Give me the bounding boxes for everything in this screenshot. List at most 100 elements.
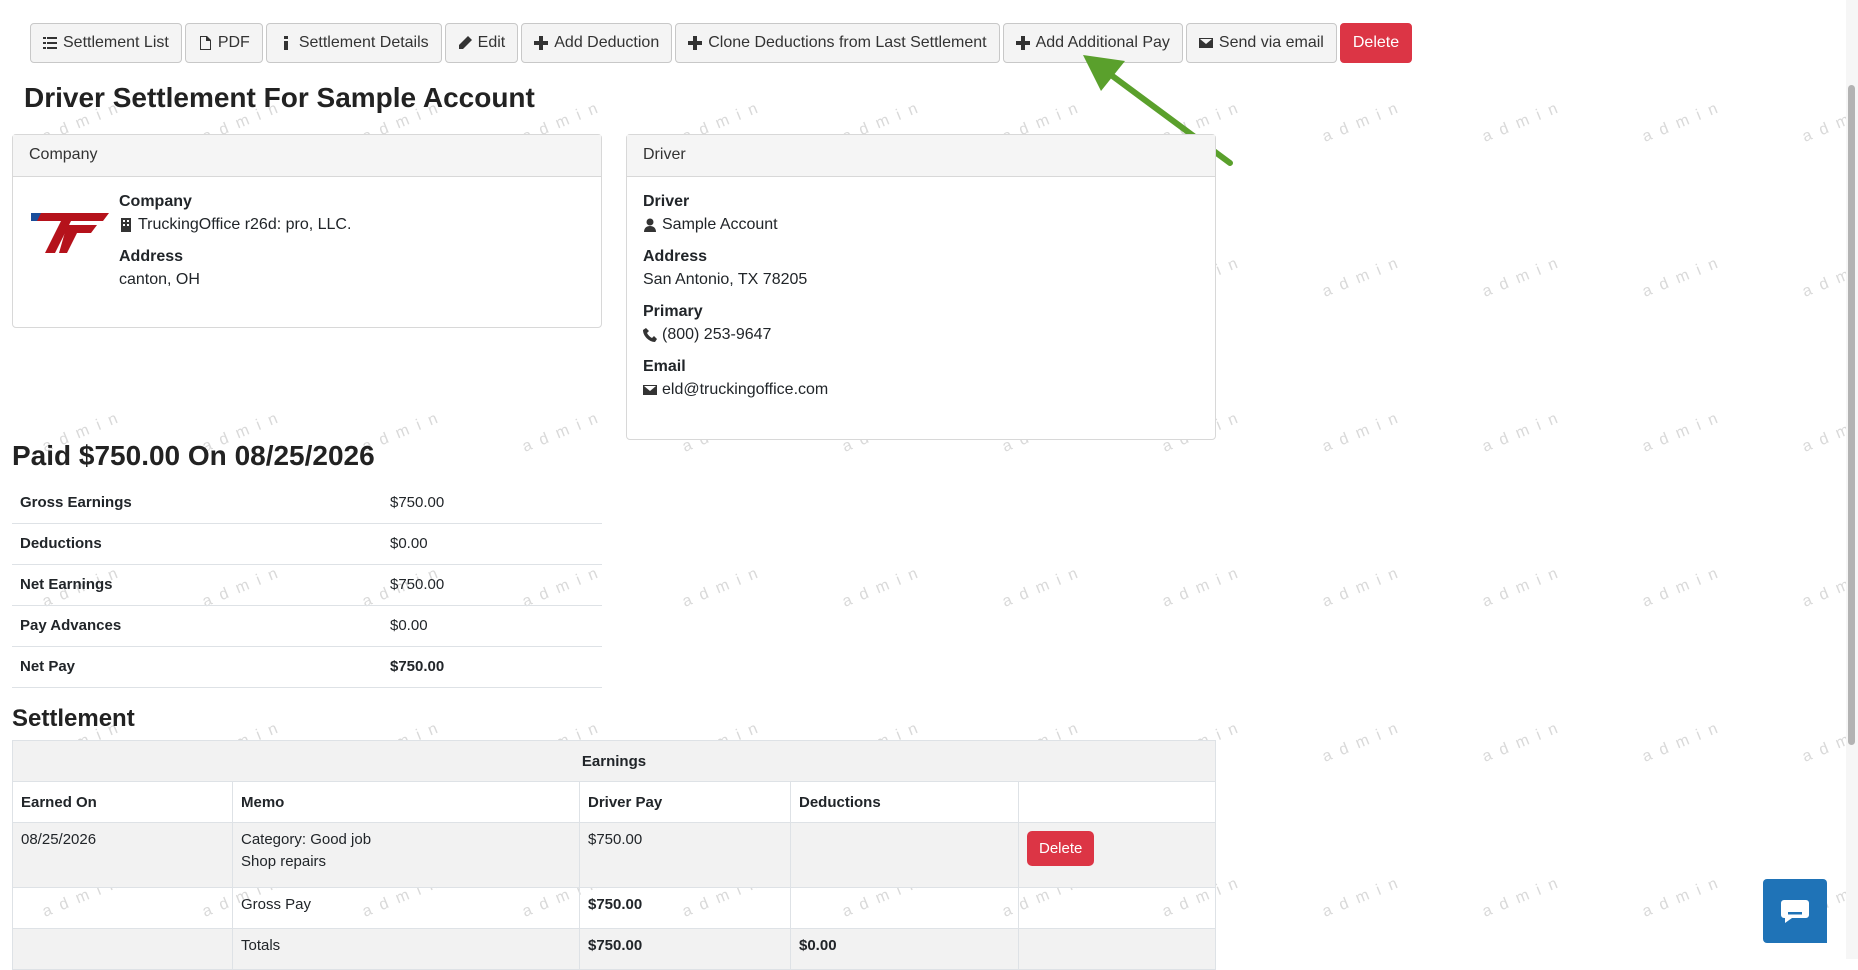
summary-value: $0.00 [382, 605, 602, 647]
company-card: Company Company TruckingOffice r26d: pro… [12, 134, 602, 328]
watermark-text: admin [1640, 96, 1729, 146]
send-via-email-label: Send via email [1218, 34, 1324, 51]
driver-pay-cell: $750.00 [579, 822, 791, 888]
totals-deductions: $0.00 [790, 928, 1019, 970]
column-header: Memo [232, 781, 580, 823]
watermark-text: admin [1640, 871, 1729, 921]
deductions-cell [790, 822, 1019, 888]
edit-button[interactable]: Edit [444, 23, 519, 63]
driver-email: eld@truckingoffice.com [643, 381, 1199, 399]
company-label: Company [119, 193, 192, 210]
add-additional-pay-label: Add Additional Pay [1035, 34, 1170, 51]
building-icon [121, 218, 131, 232]
summary-label: Gross Earnings [12, 482, 382, 524]
clone-deductions-label: Clone Deductions from Last Settlement [708, 34, 987, 51]
watermark-text: admin [680, 561, 769, 611]
add-deduction-button[interactable]: Add Deduction [521, 23, 673, 63]
watermark-text: admin [1320, 561, 1409, 611]
gross-pay-value: $750.00 [579, 887, 791, 929]
memo-cell: Category: Good job Shop repairs [232, 822, 580, 888]
action-cell: Delete [1018, 822, 1216, 888]
driver-label: Driver [643, 193, 690, 210]
summary-row: Net Pay $750.00 [12, 646, 602, 688]
watermark-text: admin [1640, 406, 1729, 456]
watermark-text: admin [1320, 716, 1409, 766]
scrollbar-thumb[interactable] [1848, 85, 1855, 745]
settlement-heading: Settlement [12, 705, 135, 732]
column-header: Earned On [12, 781, 233, 823]
summary-value: $0.00 [382, 523, 602, 565]
info-icon [283, 36, 288, 50]
summary-value: $750.00 [382, 646, 602, 688]
watermark-text: admin [1480, 96, 1569, 146]
totals-row: Totals $750.00 $0.00 [12, 928, 1216, 970]
memo-description: Shop repairs [241, 853, 327, 870]
chat-icon [1781, 900, 1809, 923]
watermark-text: admin [1320, 871, 1409, 921]
column-header [1018, 781, 1216, 823]
company-name: TruckingOffice r26d: pro, LLC. [119, 216, 585, 234]
email-text: eld@truckingoffice.com [662, 381, 829, 398]
delete-row-button[interactable]: Delete [1027, 831, 1095, 866]
watermark-text: admin [1640, 716, 1729, 766]
settlement-details-button[interactable]: Settlement Details [265, 23, 442, 63]
company-address: canton, OH [119, 271, 200, 288]
column-header: Driver Pay [579, 781, 791, 823]
watermark-text: admin [840, 561, 929, 611]
watermark-text: admin [1160, 561, 1249, 611]
watermark-text: admin [1320, 406, 1409, 456]
company-name-text: TruckingOffice r26d: pro, LLC. [138, 216, 352, 233]
watermark-text: admin [1640, 561, 1729, 611]
clone-deductions-button[interactable]: Clone Deductions from Last Settlement [675, 23, 1000, 63]
summary-row: Deductions $0.00 [12, 523, 602, 565]
chat-widget-button[interactable] [1763, 879, 1827, 943]
plus-icon [534, 36, 549, 50]
envelope-icon [1198, 38, 1213, 48]
email-label: Email [643, 358, 686, 375]
summary-row: Pay Advances $0.00 [12, 605, 602, 647]
pdf-label: PDF [217, 34, 250, 51]
gross-pay-row: Gross Pay $750.00 [12, 887, 1216, 929]
earnings-group-header: Earnings [12, 740, 1216, 782]
company-address-label: Address [119, 248, 184, 265]
page-title: Driver Settlement For Sample Account [24, 82, 535, 113]
pencil-icon [458, 36, 472, 49]
phone-icon [643, 328, 657, 342]
pdf-button[interactable]: PDF [184, 23, 263, 63]
summary-table: Gross Earnings $750.00 Deductions $0.00 Ne… [12, 482, 602, 688]
summary-label: Net Pay [12, 646, 382, 688]
table-row: 08/25/2026 Category: Good job Shop repai… [12, 822, 1216, 888]
watermark-text: admin [1480, 871, 1569, 921]
driver-address: San Antonio, TX 78205 [643, 271, 808, 288]
primary-phone-label: Primary [643, 303, 703, 320]
watermark-text: admin [1480, 561, 1569, 611]
add-deduction-label: Add Deduction [554, 34, 660, 51]
totals-driver-pay: $750.00 [579, 928, 791, 970]
summary-row: Gross Earnings $750.00 [12, 482, 602, 524]
plus-icon [1015, 36, 1030, 50]
settlement-list-button[interactable]: Settlement List [30, 23, 182, 63]
company-card-header: Company [13, 135, 601, 177]
watermark-text: admin [520, 406, 609, 456]
delete-settlement-button[interactable]: Delete [1339, 23, 1413, 63]
summary-label: Pay Advances [12, 605, 382, 647]
settlement-details-label: Settlement Details [298, 34, 429, 51]
summary-label: Net Earnings [12, 564, 382, 606]
earnings-table: Earnings Earned On Memo Driver Pay Deduc… [12, 740, 1216, 970]
vertical-scrollbar[interactable] [1846, 0, 1858, 959]
summary-row: Net Earnings $750.00 [12, 564, 602, 606]
driver-name-text: Sample Account [662, 216, 778, 233]
totals-label: Totals [232, 928, 580, 970]
watermark-text: admin [1000, 561, 1089, 611]
watermark-text: admin [1320, 96, 1409, 146]
primary-phone: (800) 253-9647 [643, 326, 1199, 344]
list-icon [43, 37, 57, 49]
settlement-list-label: Settlement List [63, 34, 169, 51]
watermark-text: admin [1320, 251, 1409, 301]
plus-icon [688, 36, 703, 50]
paid-heading: Paid $750.00 On 08/25/2026 [12, 440, 375, 471]
delete-label: Delete [1352, 34, 1400, 51]
company-logo [31, 213, 109, 253]
file-pdf-icon [199, 36, 211, 50]
summary-value: $750.00 [382, 482, 602, 524]
